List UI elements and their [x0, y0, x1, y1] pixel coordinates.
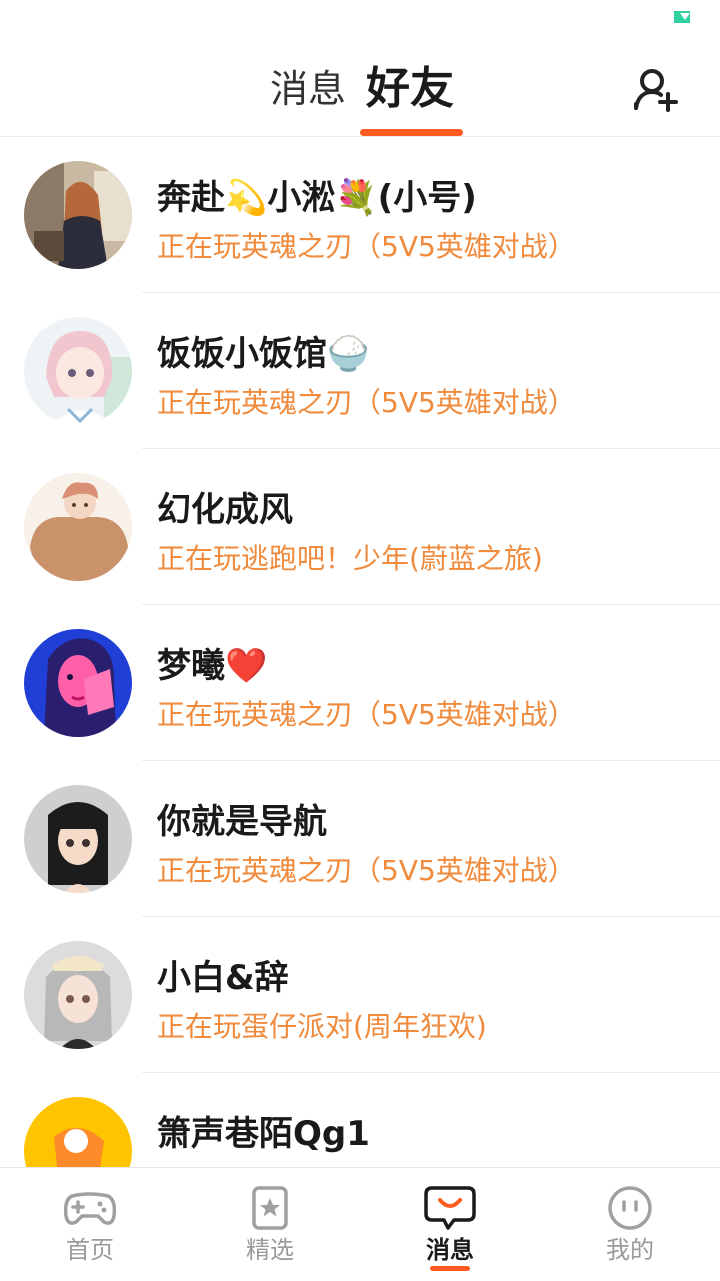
chat-bubble-icon: [424, 1186, 476, 1230]
friend-status: 正在玩英魂之刃（5V5英雄对战）: [157, 854, 576, 887]
avatar: [24, 317, 132, 425]
friend-status: 正在玩英魂之刃（5V5英雄对战）: [157, 230, 576, 263]
nav-home[interactable]: 首页: [0, 1168, 180, 1281]
nav-label: 首页: [66, 1236, 114, 1264]
nav-me[interactable]: 我的: [540, 1168, 720, 1281]
star-card-icon: [252, 1186, 288, 1230]
nav-label: 我的: [606, 1236, 654, 1264]
active-tab-indicator: [360, 129, 463, 136]
friend-name: 小白&辞: [157, 958, 289, 998]
friend-name: 梦曦❤️: [157, 646, 268, 686]
nav-label: 消息: [426, 1236, 474, 1264]
friend-name: 饭饭小饭馆🍚: [157, 334, 370, 374]
friend-row[interactable]: 幻化成风 正在玩逃跑吧！少年(蔚蓝之旅): [0, 449, 720, 605]
friend-list[interactable]: 奔赴💫小淞💐(小号) 正在玩英魂之刃（5V5英雄对战） 饭饭小饭馆🍚 正在玩英魂…: [0, 137, 720, 1167]
friend-row[interactable]: 饭饭小饭馆🍚 正在玩英魂之刃（5V5英雄对战）: [0, 293, 720, 449]
avatar: [24, 629, 132, 737]
tab-messages[interactable]: 消息: [270, 60, 346, 118]
avatar: [24, 1097, 132, 1167]
friend-row[interactable]: 奔赴💫小淞💐(小号) 正在玩英魂之刃（5V5英雄对战）: [0, 137, 720, 293]
avatar: [24, 941, 132, 1049]
nav-active-indicator: [430, 1266, 470, 1271]
friend-row[interactable]: 箫声巷陌Qg1: [0, 1073, 720, 1167]
friend-name: 幻化成风: [157, 490, 293, 530]
friend-status: 正在玩逃跑吧！少年(蔚蓝之旅): [157, 542, 543, 575]
tab-friends[interactable]: 好友: [366, 60, 454, 118]
friend-name: 你就是导航: [157, 802, 327, 842]
avatar: [24, 785, 132, 893]
gamepad-icon: [64, 1192, 116, 1225]
friend-status: 正在玩英魂之刃（5V5英雄对战）: [157, 386, 576, 419]
avatar: [24, 473, 132, 581]
friend-name: 奔赴💫小淞💐(小号): [157, 178, 477, 218]
friend-status: 正在玩蛋仔派对(周年狂欢): [157, 1010, 487, 1043]
nav-label: 精选: [246, 1236, 294, 1264]
bottom-nav: 首页 精选 消息 我的: [0, 1167, 720, 1281]
avatar: [24, 161, 132, 269]
friend-name: 箫声巷陌Qg1: [157, 1114, 370, 1154]
friend-row[interactable]: 你就是导航 正在玩英魂之刃（5V5英雄对战）: [0, 761, 720, 917]
friend-row[interactable]: 小白&辞 正在玩蛋仔派对(周年狂欢): [0, 917, 720, 1073]
add-friend-button[interactable]: [630, 64, 682, 116]
add-person-icon: [634, 69, 678, 112]
battery-icon: [674, 11, 690, 23]
face-icon: [608, 1186, 652, 1230]
nav-messages[interactable]: 消息: [360, 1168, 540, 1281]
nav-featured[interactable]: 精选: [180, 1168, 360, 1281]
friend-status: 正在玩英魂之刃（5V5英雄对战）: [157, 698, 576, 731]
friend-row[interactable]: 梦曦❤️ 正在玩英魂之刃（5V5英雄对战）: [0, 605, 720, 761]
header: 消息 好友: [0, 40, 720, 137]
status-bar: [0, 0, 720, 40]
